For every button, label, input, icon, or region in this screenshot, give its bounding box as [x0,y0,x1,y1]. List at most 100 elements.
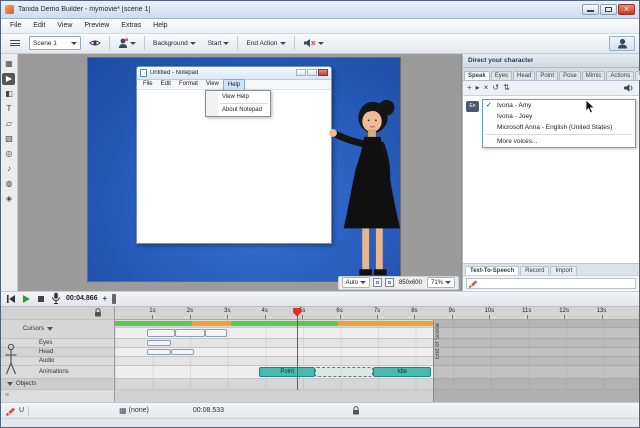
timeline-zoom-slider[interactable] [112,294,116,304]
play-icon[interactable] [21,294,31,304]
tab-speak[interactable]: Speak [464,71,490,80]
notepad-minimize-button[interactable] [296,69,306,76]
stop-icon[interactable] [36,294,46,304]
record-tool-icon[interactable]: ▶ [2,73,15,85]
head-clip[interactable] [147,349,171,355]
object-grid-icon[interactable]: ▦ [119,406,127,415]
scene-list-button[interactable] [5,36,25,50]
notepad-menu-view[interactable]: View [202,79,223,89]
collapse-icon[interactable] [47,327,53,331]
animations-ghost-clip[interactable] [315,367,373,377]
audio-tool-icon[interactable]: ♪ [2,163,15,175]
add-voice-icon[interactable]: + [467,81,472,94]
close-button[interactable] [618,4,635,15]
tab-head[interactable]: Head [513,71,535,80]
tab-import[interactable]: Import [550,266,577,275]
menu-edit[interactable]: Edit [27,18,51,33]
lock-icon[interactable] [94,308,102,317]
menu-item-about-notepad[interactable]: About Notepad [206,105,270,115]
tab-mimic[interactable]: Mimic [582,71,606,80]
notepad-maximize-button[interactable] [307,69,317,76]
cursors-clip[interactable] [205,329,227,337]
text-tool-icon[interactable]: T [2,103,15,115]
scene-select[interactable]: Scene 1 [29,36,81,50]
timeline-tracks[interactable]: 1s2s3s4s5s6s7s8s9s10s11s12s13s Point Idle… [115,307,639,403]
play-voice-icon[interactable]: ▸ [476,81,480,94]
scenes-panel-icon[interactable]: ▦ [2,58,15,70]
add-marker-icon[interactable]: + [103,294,108,303]
master-segment[interactable] [338,321,433,326]
menu-item-view-help[interactable]: View Help [206,92,270,102]
fit-to-window-icon[interactable] [373,278,382,287]
voice-option-more[interactable]: More voices... [483,136,635,147]
auto-quality-select[interactable]: Auto [342,277,370,288]
voice-option-anna[interactable]: Microsoft Anna - English (United States) [483,122,635,133]
refresh-voices-icon[interactable]: ↺ [492,81,499,94]
menu-view[interactable]: View [51,18,78,33]
tab-record[interactable]: Record [520,266,549,275]
cursors-clip[interactable] [175,329,205,337]
notepad-menu-file[interactable]: File [139,79,157,89]
skip-to-start-icon[interactable] [6,294,16,304]
tab-text-to-speech[interactable]: Text-To-Speech [465,266,519,275]
tab-actions[interactable]: Actions [606,71,634,80]
end-action-button[interactable]: End Action [242,38,289,49]
cursors-clip[interactable] [147,329,175,337]
menu-help[interactable]: Help [147,18,173,33]
menu-file[interactable]: File [4,18,27,33]
track-label-objects[interactable]: Objects [1,379,114,390]
notepad-window[interactable]: Untitled - Notepad File Edit Format View… [136,66,332,244]
microphone-icon[interactable] [51,292,61,305]
timeline-ruler[interactable]: 1s2s3s4s5s6s7s8s9s10s11s12s13s [115,307,639,320]
record-demo-button[interactable] [114,36,140,51]
zoom-tool-icon[interactable]: ◍ [2,178,15,190]
mute-button[interactable] [299,36,328,50]
maximize-button[interactable] [600,4,617,15]
voice-option-joey[interactable]: Ivona - Joey [483,111,635,122]
canvas-area[interactable]: Untitled - Notepad File Edit Format View… [18,54,462,291]
background-button[interactable]: Background [149,38,200,49]
character-figure[interactable] [326,96,418,281]
stage[interactable]: Untitled - Notepad File Edit Format View… [88,58,400,281]
delete-voice-icon[interactable]: × [484,81,489,94]
voice-option-amy[interactable]: ✓ Ivona - Amy [483,100,635,111]
menu-extras[interactable]: Extras [115,18,147,33]
notepad-menu-format[interactable]: Format [175,79,202,89]
speech-text-field[interactable] [466,278,636,289]
effects-tool-icon[interactable]: ◈ [2,193,15,205]
lock-icon[interactable] [352,406,360,415]
head-clip[interactable] [171,349,193,355]
spotlight-tool-icon[interactable]: ◎ [2,148,15,160]
eyes-clip[interactable] [147,340,171,346]
zoom-select[interactable]: 71% [427,277,455,288]
master-segment[interactable] [192,321,231,326]
notepad-menu-help[interactable]: Help [223,79,245,90]
start-button[interactable]: Start [204,38,234,49]
playhead-line[interactable] [297,313,298,391]
actual-size-icon[interactable] [385,278,394,287]
speaker-icon[interactable] [623,83,635,93]
tab-eyes[interactable]: Eyes [491,71,512,80]
image-tool-icon[interactable]: ▨ [2,133,15,145]
edit-pencil-icon[interactable] [6,406,16,416]
shapes-tool-icon[interactable]: ▱ [2,118,15,130]
character-panel-toggle[interactable] [609,36,635,51]
menu-preview[interactable]: Preview [78,18,115,33]
minimize-button[interactable] [582,4,599,15]
panel-resize-grip[interactable]: ≡ [5,392,9,399]
master-segment[interactable] [231,321,338,326]
notepad-close-button[interactable] [318,69,328,76]
animations-clip[interactable]: Idle [373,367,431,377]
track-label-cursors[interactable]: Cursors [1,320,114,339]
callout-tool-icon[interactable]: ◧ [2,88,15,100]
reorder-icon[interactable]: ⇅ [503,81,510,94]
tab-walk[interactable]: Walk [635,71,640,80]
tab-point[interactable]: Point [536,71,558,80]
notepad-menu-edit[interactable]: Edit [157,79,175,89]
animations-clip[interactable]: Point [259,367,315,377]
collapse-icon[interactable] [7,382,13,386]
master-segment[interactable] [115,321,192,326]
titlebar[interactable]: Tanida Demo Builder - mymovie* [scene 1] [1,1,639,19]
text-to-speech-area[interactable]: En ✓ Ivona - Amy Ivona - Joey Microsoft … [463,96,639,263]
tab-pose[interactable]: Pose [559,71,581,80]
